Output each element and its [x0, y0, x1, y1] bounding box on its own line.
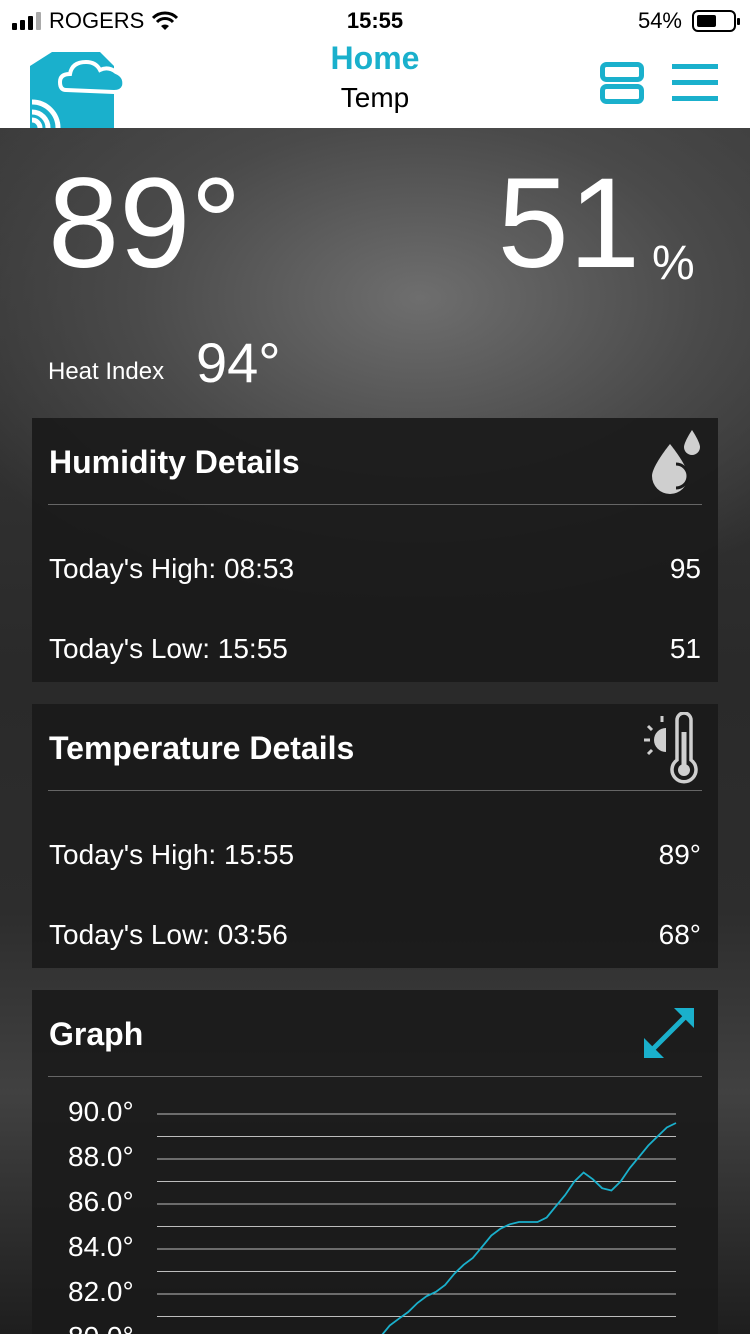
humidity-drops-icon	[652, 430, 700, 494]
temperature-details-card: Temperature Details Today's High: 15:55 …	[32, 704, 718, 968]
battery-percent: 54%	[637, 8, 682, 33]
status-bar: ROGERS 15:55 54%	[0, 0, 750, 40]
humidity-low-label: Today's Low: 15:55	[49, 633, 288, 664]
heat-index-label: Heat Index	[48, 358, 165, 385]
humidity-unit: %	[652, 237, 695, 290]
heat-index-value: 94°	[196, 331, 281, 394]
temperature-series-line	[381, 1122, 677, 1334]
graph-card: Graph 90.0°88.0°86.0°84.0°82.0°80.0°	[32, 990, 718, 1334]
humidity-high-label: Today's High: 08:53	[49, 553, 295, 584]
battery-fill	[697, 15, 716, 27]
humidity-low-value: 51	[669, 633, 701, 664]
status-right: 54%	[637, 8, 740, 34]
humidity-high-value: 95	[669, 553, 701, 584]
sun-thermometer-icon	[644, 712, 698, 784]
divider	[48, 790, 702, 791]
battery-icon	[692, 10, 740, 32]
temperature-details-title: Temperature Details	[49, 730, 355, 766]
current-humidity: 51	[497, 152, 640, 295]
card-view-icon[interactable]	[600, 62, 644, 104]
current-temperature: 89°	[48, 152, 242, 295]
temperature-high-label: Today's High: 15:55	[49, 839, 295, 870]
menu-icon[interactable]	[672, 64, 718, 102]
divider	[48, 504, 702, 505]
humidity-details-title: Humidity Details	[49, 444, 300, 480]
nav-bar: Home Temp	[0, 40, 750, 128]
humidity-details-card: Humidity Details Today's High: 08:53 95 …	[32, 418, 718, 682]
temperature-high-value: 89°	[658, 839, 701, 870]
temperature-low-value: 68°	[658, 919, 701, 950]
temperature-low-label: Today's Low: 03:56	[49, 919, 288, 950]
temperature-chart	[157, 1113, 677, 1334]
